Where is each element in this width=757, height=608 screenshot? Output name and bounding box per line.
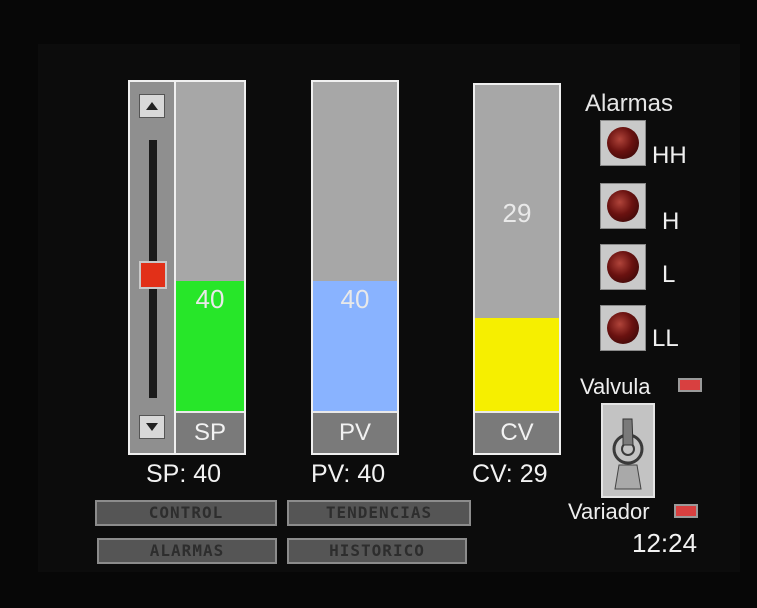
valve-label: Valvula <box>580 374 651 399</box>
clock-readout: 12:24 <box>632 528 698 558</box>
pv-bar-value: 40 <box>340 284 370 314</box>
cv-readout: CV: 29 <box>472 460 548 488</box>
pv-readout: PV: 40 <box>311 460 386 488</box>
alarm-ll-label: LL <box>652 325 679 352</box>
slider-thumb[interactable] <box>139 260 167 289</box>
toggle-switch-icon[interactable] <box>601 403 655 498</box>
cv-bar-value: 29 <box>502 198 532 229</box>
historico-button[interactable]: HISTORICO <box>287 538 467 564</box>
alarm-hh-label: HH <box>652 142 687 169</box>
arrow-down-icon <box>146 423 158 431</box>
toggle-switch-graphic <box>612 418 644 490</box>
status-led-icon <box>678 378 702 392</box>
pv-bar-tag: PV <box>313 411 397 453</box>
alarmas-button[interactable]: ALARMAS <box>97 538 277 564</box>
pv-bar: 40 PV <box>311 80 399 455</box>
sp-bar-value: 40 <box>195 284 225 314</box>
alarm-lamp-icon <box>600 305 646 351</box>
cv-bar-fill <box>475 318 559 413</box>
status-led-icon <box>674 504 698 518</box>
alarm-l-label: L <box>662 261 676 288</box>
alarm-lamp-icon <box>600 183 646 229</box>
slider-up-button[interactable] <box>139 94 165 118</box>
control-button[interactable]: CONTROL <box>95 500 277 526</box>
sp-bar-tag: SP <box>176 411 244 453</box>
alarm-lamp-icon <box>600 120 646 166</box>
drive-label: Variador <box>568 499 650 524</box>
sp-readout: SP: 40 <box>146 460 222 488</box>
alarm-lamp-icon <box>600 244 646 290</box>
arrow-up-icon <box>146 102 158 110</box>
cv-bar: 29 CV <box>473 83 561 455</box>
cv-bar-tag: CV <box>475 411 559 453</box>
setpoint-slider[interactable] <box>128 80 176 455</box>
alarm-h-label: H <box>662 208 680 235</box>
sp-bar: 40 SP <box>174 80 246 455</box>
alarms-title: Alarmas <box>585 90 674 117</box>
slider-down-button[interactable] <box>139 415 165 439</box>
tendencias-button[interactable]: TENDENCIAS <box>287 500 471 526</box>
